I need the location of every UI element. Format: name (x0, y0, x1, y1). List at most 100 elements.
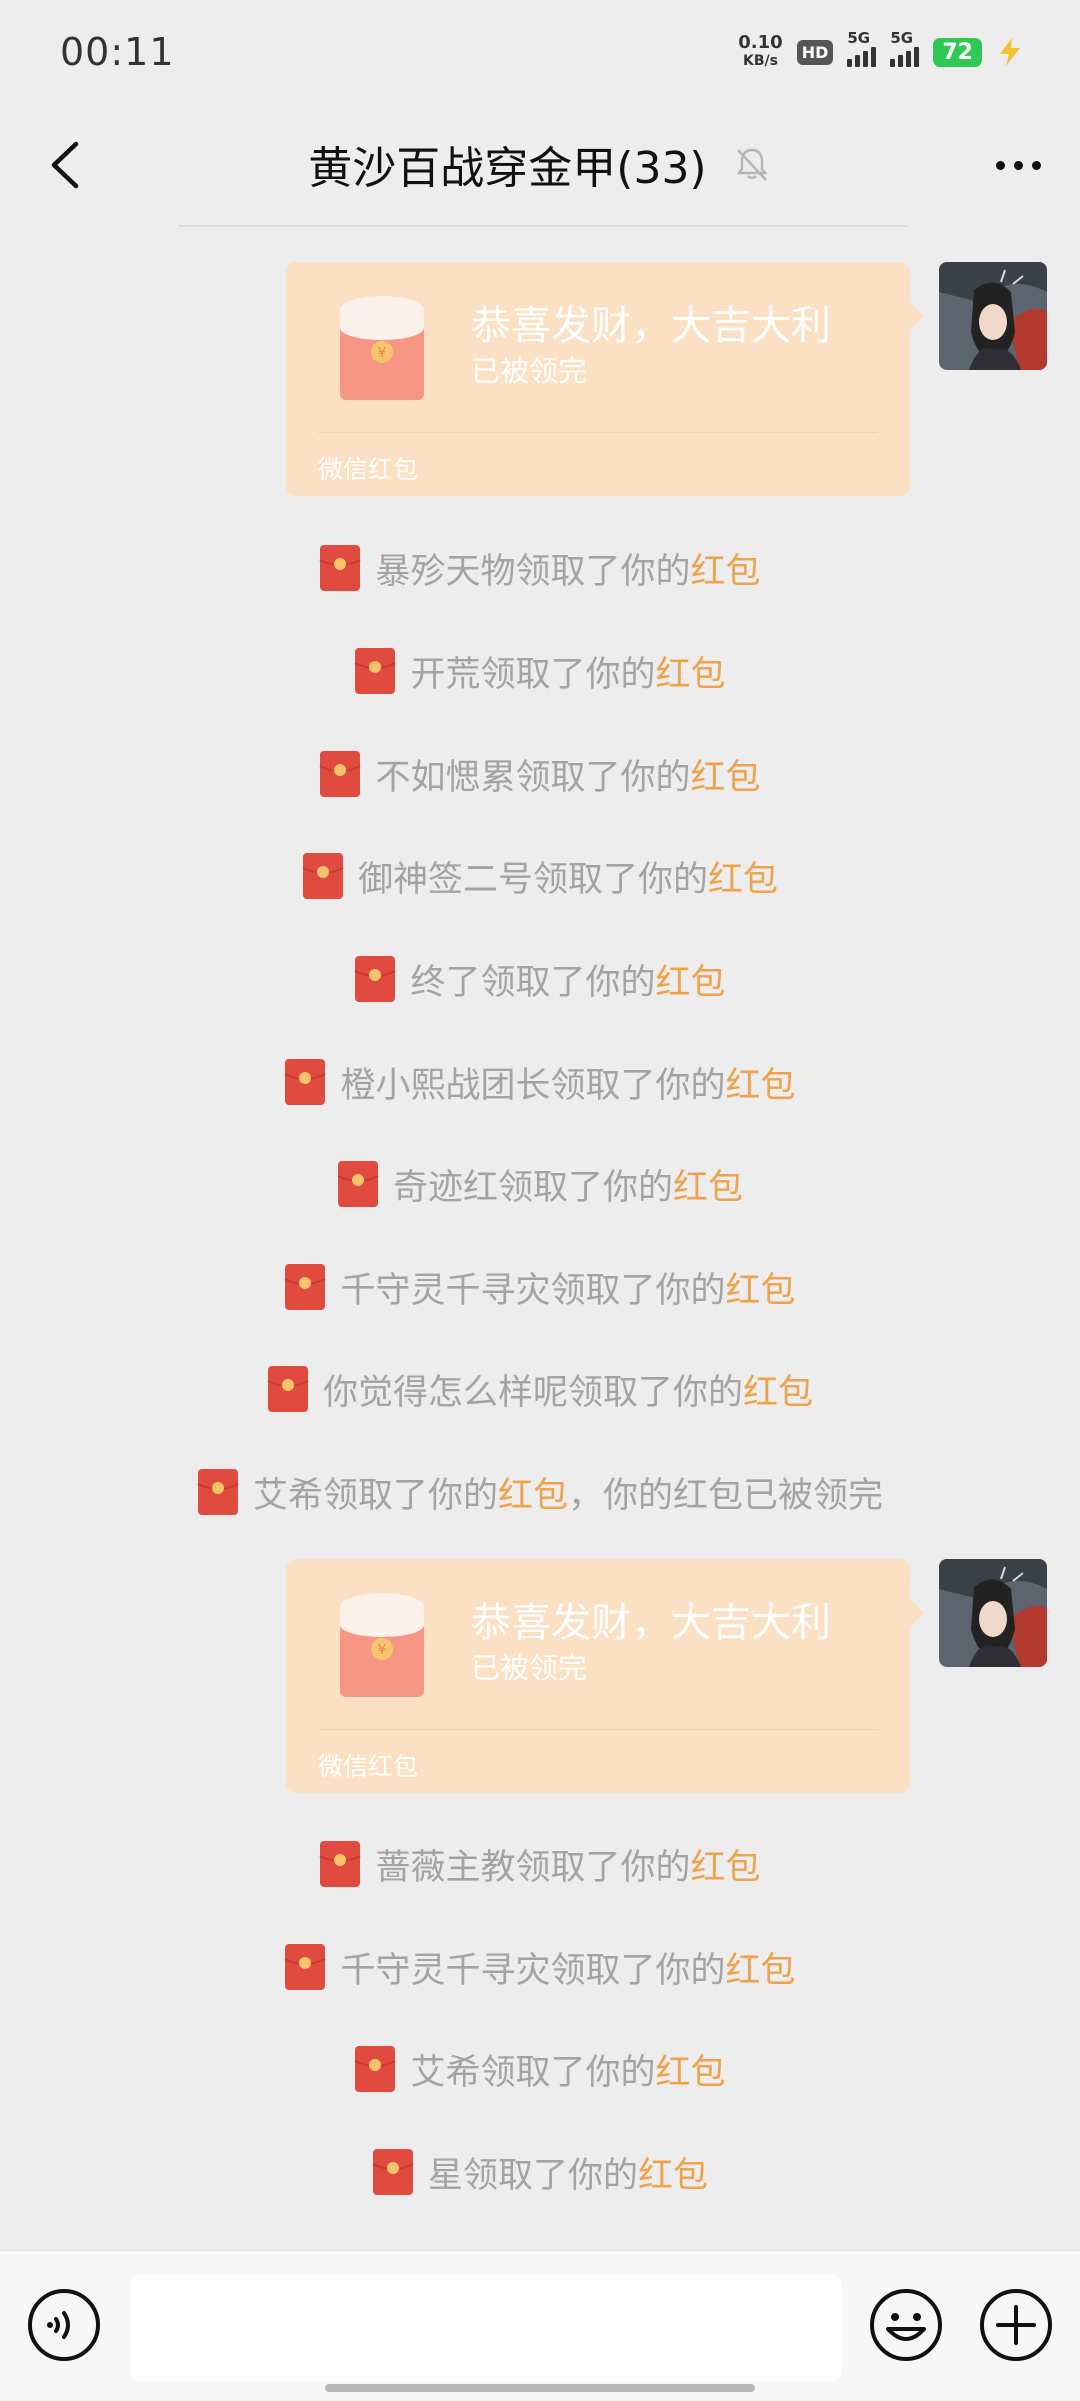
red-packet-link[interactable]: 红包 (673, 1159, 743, 1210)
status-icons: 0.10 KB/s HD 5G 5G 72 (738, 29, 1024, 70)
red-packet-greeting: 恭喜发财，大吉大利 (471, 303, 831, 349)
chat-header: 黄沙百战穿金甲(33) (0, 110, 1080, 220)
red-packet-link[interactable]: 红包 (726, 1942, 796, 1993)
notice-text: 领取了你的 (322, 1475, 498, 1516)
status-bar: 00:11 0.10 KB/s HD 5G 5G 72 (0, 0, 1080, 110)
system-notice: 千守灵千寻灾 领取了你的 红包 (0, 1259, 1080, 1315)
notice-name: 蔷薇主教 (375, 1847, 516, 1888)
system-notice: 奇迹红 领取了你的 红包 (0, 1156, 1080, 1212)
red-packet-link[interactable]: 红包 (638, 2147, 708, 2198)
notice-text: 领取了你的 (550, 1065, 726, 1106)
red-envelope-icon: ¥ (340, 1593, 424, 1697)
system-notice: 艾希 领取了你的 红包 ，你的红包已被领完 (0, 1464, 1080, 1520)
notice-name: 艾希 (410, 2052, 481, 2093)
more-dot (1031, 160, 1041, 170)
signal-sim1-icon: 5G (847, 29, 877, 67)
title-container: 黄沙百战穿金甲(33) (0, 132, 1080, 196)
red-packet-card[interactable]: ¥ 恭喜发财，大吉大利 已被领完 微信红包 (286, 1559, 924, 1793)
red-packet-greeting: 恭喜发财，大吉大利 (471, 1600, 831, 1646)
system-notice: 你觉得怎么样呢 领取了你的 红包 (0, 1361, 1080, 1417)
red-envelope-icon (197, 1468, 239, 1516)
avatar[interactable] (939, 1559, 1047, 1667)
system-notice: 艾希 领取了你的 红包 (0, 2041, 1080, 2097)
system-notice: 御神签二号 领取了你的 红包 (0, 848, 1080, 904)
red-envelope-icon: ¥ (340, 296, 424, 400)
notice-text: 领取了你的 (497, 1167, 673, 1208)
signal-sim2-icon: 5G (890, 29, 920, 67)
red-packet-link[interactable]: 红包 (726, 1057, 796, 1108)
input-bar (0, 2250, 1080, 2401)
red-packet-link[interactable]: 红包 (708, 851, 778, 902)
avatar[interactable] (939, 262, 1047, 370)
notice-text: 领取了你的 (515, 1847, 691, 1888)
notice-name: 不如愢累 (375, 757, 516, 798)
message-input[interactable] (130, 2275, 842, 2381)
red-packet-divider (318, 1729, 878, 1730)
network-speed: 0.10 KB/s (738, 32, 783, 70)
notice-name: 开荒 (410, 654, 481, 695)
notice-name: 艾希 (252, 1475, 323, 1516)
notice-text: 领取了你的 (480, 654, 656, 695)
system-notice: 橙小熙战团长 领取了你的 红包 (0, 1054, 1080, 1110)
red-packet-link[interactable]: 红包 (656, 646, 726, 697)
notice-text: 领取了你的 (550, 1950, 726, 1991)
home-indicator[interactable] (325, 2384, 755, 2392)
svg-text:¥: ¥ (378, 1643, 386, 1658)
system-notice: 蔷薇主教 领取了你的 红包 (0, 1836, 1080, 1892)
red-packet-link[interactable]: 红包 (656, 2044, 726, 2095)
chat-title[interactable]: 黄沙百战穿金甲(33) (308, 143, 706, 194)
red-envelope-icon (284, 1263, 326, 1311)
red-packet-link[interactable]: 红包 (691, 1839, 761, 1890)
plus-icon[interactable] (978, 2287, 1054, 2363)
charging-icon (1000, 38, 1020, 66)
header-divider (178, 225, 908, 227)
hd-icon: HD (796, 39, 834, 65)
red-packet-divider (318, 432, 878, 433)
notice-text: 领取了你的 (515, 551, 691, 592)
notice-name: 暴殄天物 (375, 551, 516, 592)
notice-text: 领取了你的 (462, 2155, 638, 2196)
notice-text: 领取了你的 (480, 962, 656, 1003)
notice-suffix: ，你的红包已被领完 (568, 1475, 884, 1516)
system-notice: 开荒 领取了你的 红包 (0, 643, 1080, 699)
red-packet-link[interactable]: 红包 (498, 1467, 568, 1518)
system-notice: 星领取了你的 红包 (0, 2144, 1080, 2200)
red-envelope-icon (354, 955, 396, 1003)
system-notice: 暴殄天物 领取了你的 红包 (0, 540, 1080, 596)
notice-name: 千守灵千寻灾 (340, 1270, 551, 1311)
notice-name: 奇迹红 (392, 1167, 498, 1208)
notice-name: 终了 (410, 962, 481, 1003)
voice-icon[interactable] (26, 2287, 102, 2363)
system-notice: 千守灵千寻灾 领取了你的 红包 (0, 1939, 1080, 1995)
red-packet-status: 已被领完 (471, 1651, 588, 1685)
red-packet-link[interactable]: 红包 (656, 954, 726, 1005)
red-envelope-icon (319, 750, 361, 798)
red-packet-link[interactable]: 红包 (691, 543, 761, 594)
system-notice: 终了 领取了你的 红包 (0, 951, 1080, 1007)
svg-text:¥: ¥ (378, 346, 386, 361)
red-packet-link[interactable]: 红包 (726, 1262, 796, 1313)
notice-text: 领取了你的 (480, 2052, 656, 2093)
notice-name: 御神签二号 (357, 859, 533, 900)
notice-name: 千守灵千寻灾 (340, 1950, 551, 1991)
red-packet-link[interactable]: 红包 (743, 1364, 813, 1415)
emoji-icon[interactable] (868, 2287, 944, 2363)
red-envelope-icon (302, 852, 344, 900)
notice-name: 星 (427, 2155, 463, 2196)
red-packet-card[interactable]: ¥ 恭喜发财，大吉大利 已被领完 微信红包 (286, 262, 924, 496)
notice-text: 领取了你的 (567, 1372, 743, 1413)
red-packet-footer: 微信红包 (318, 455, 419, 484)
more-dot (995, 160, 1005, 170)
bell-off-icon (736, 148, 768, 181)
notice-name: 橙小熙战团长 (340, 1065, 551, 1106)
red-envelope-icon (354, 647, 396, 695)
notice-text: 领取了你的 (532, 859, 708, 900)
more-button[interactable] (978, 130, 1058, 200)
red-envelope-icon (319, 1840, 361, 1888)
more-dot (1013, 160, 1023, 170)
status-time: 00:11 (60, 30, 175, 74)
red-envelope-icon (284, 1058, 326, 1106)
red-packet-link[interactable]: 红包 (691, 749, 761, 800)
system-notice: 不如愢累 领取了你的 红包 (0, 746, 1080, 802)
notice-text: 领取了你的 (550, 1270, 726, 1311)
